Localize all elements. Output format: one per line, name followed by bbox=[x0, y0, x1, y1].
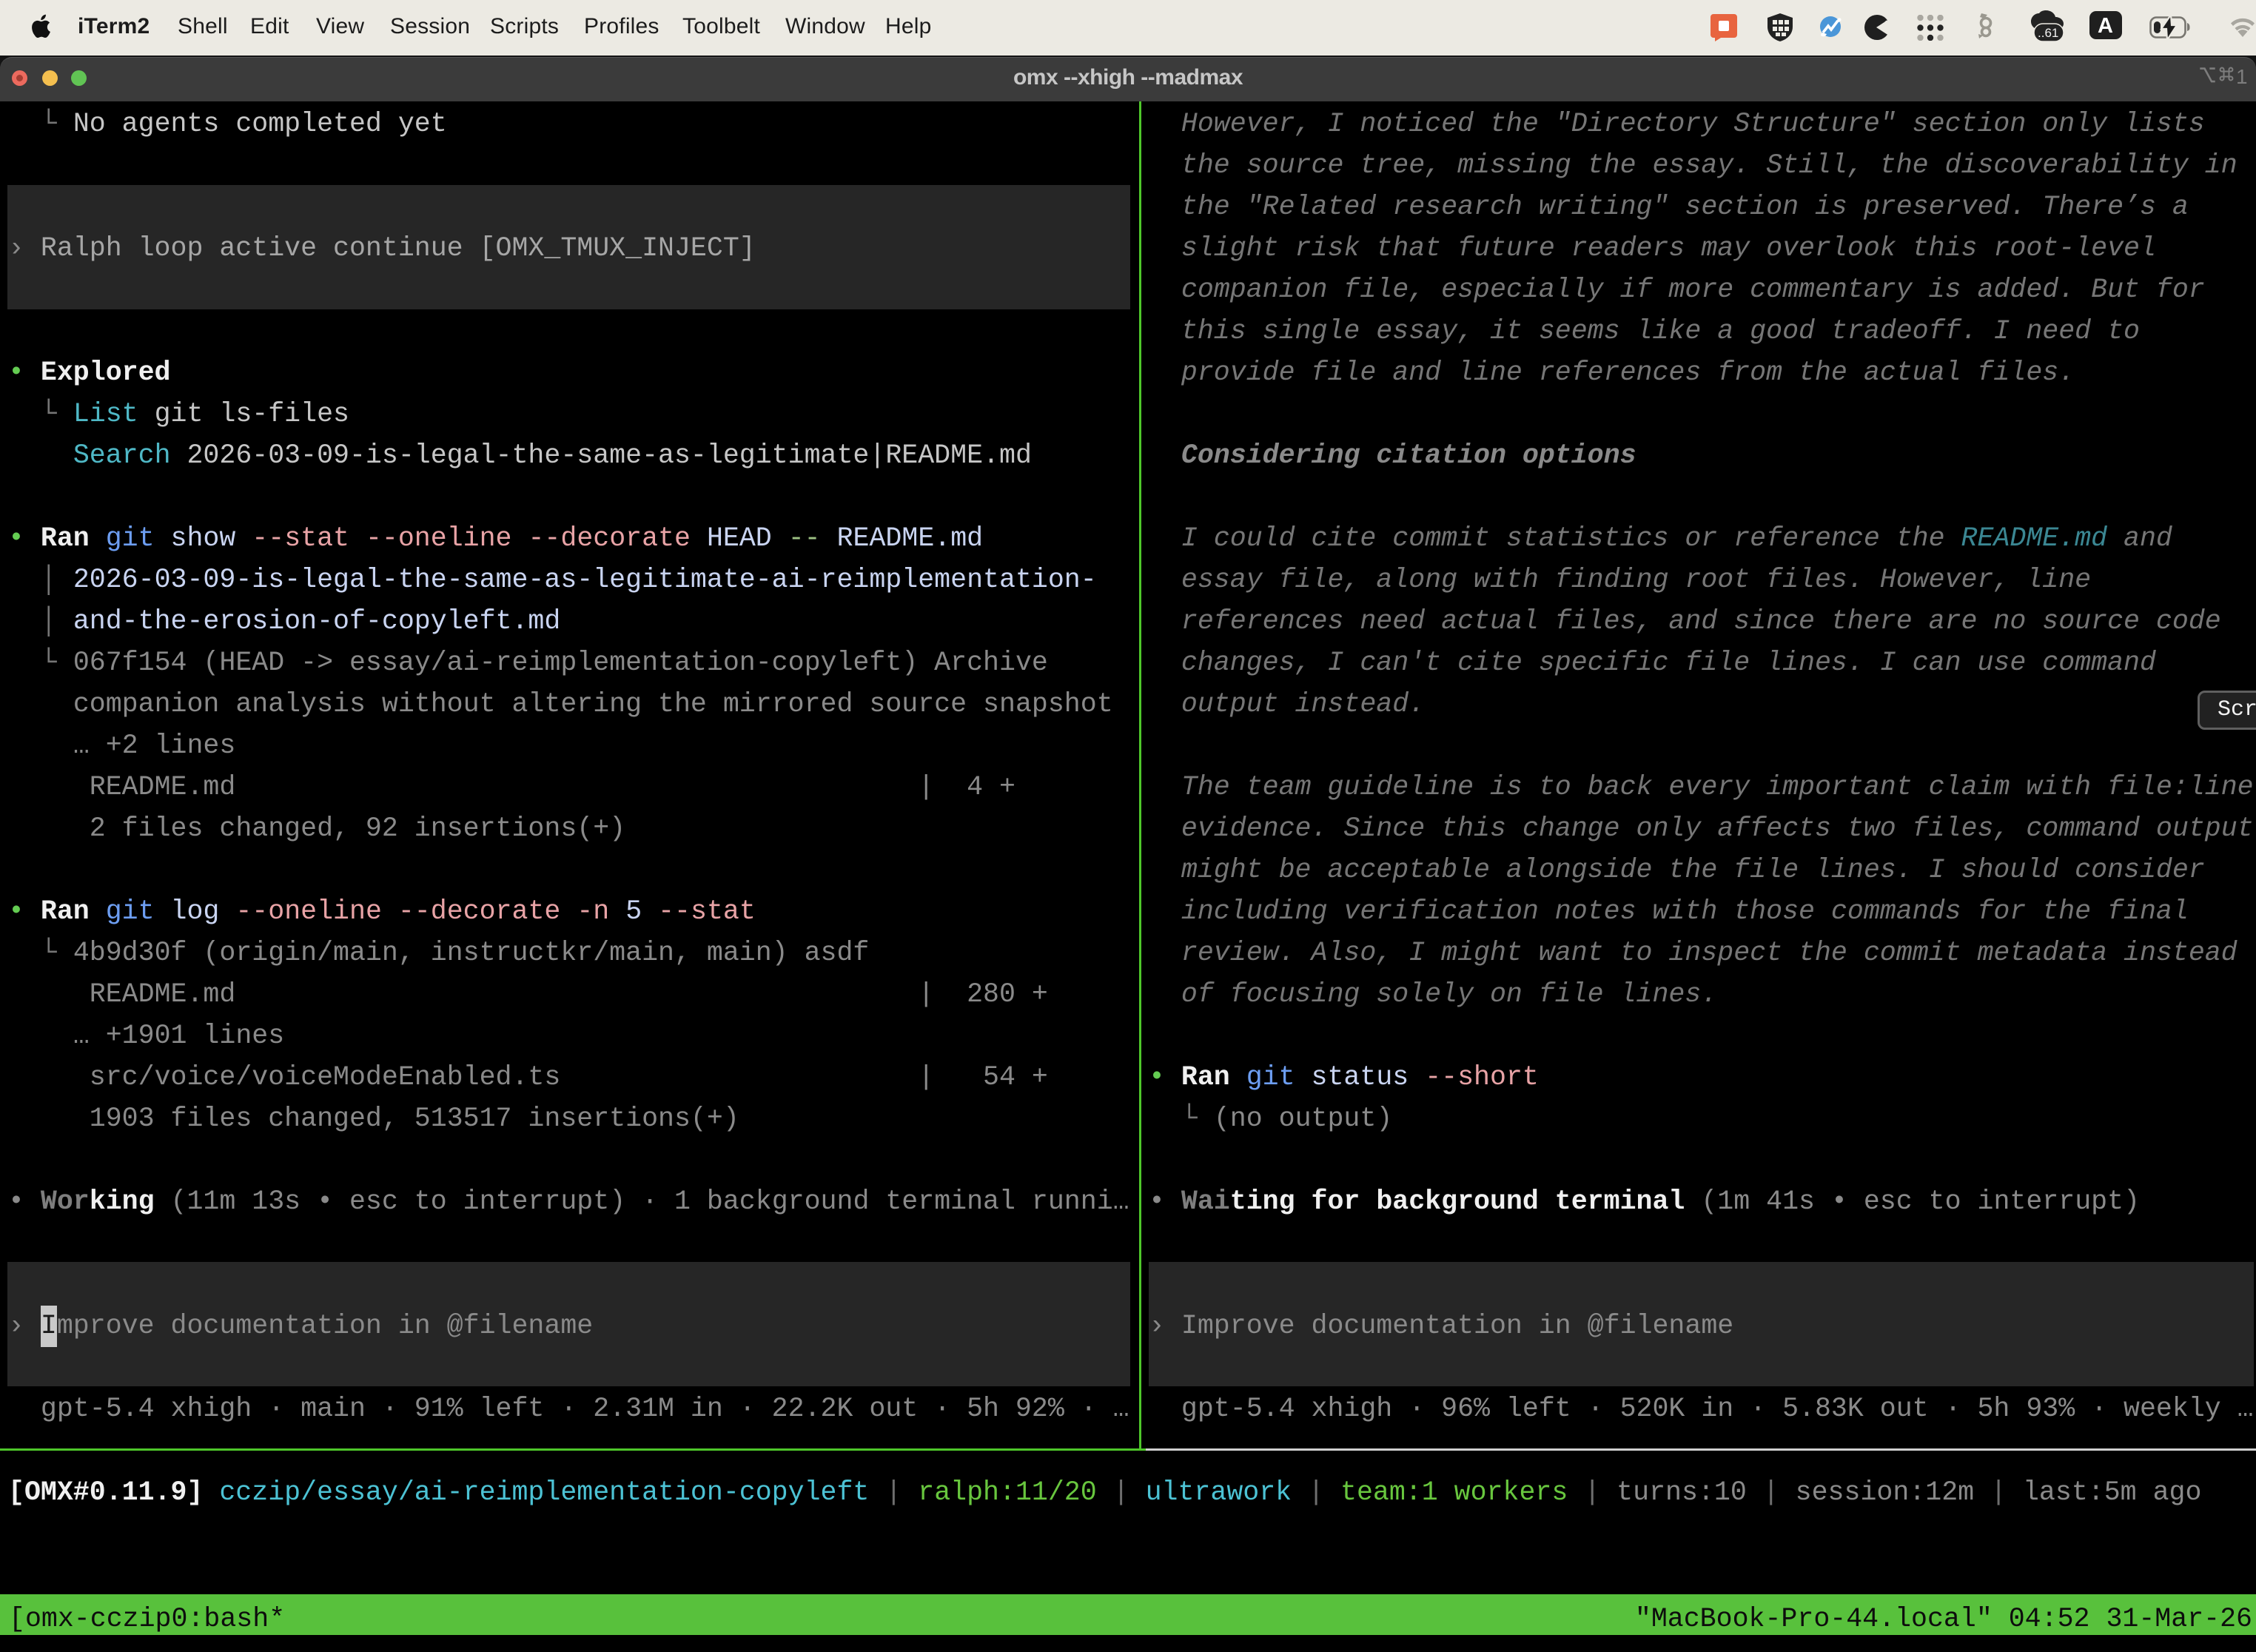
svg-text:..61: ..61 bbox=[2038, 26, 2058, 40]
svg-text:A: A bbox=[2098, 14, 2113, 38]
